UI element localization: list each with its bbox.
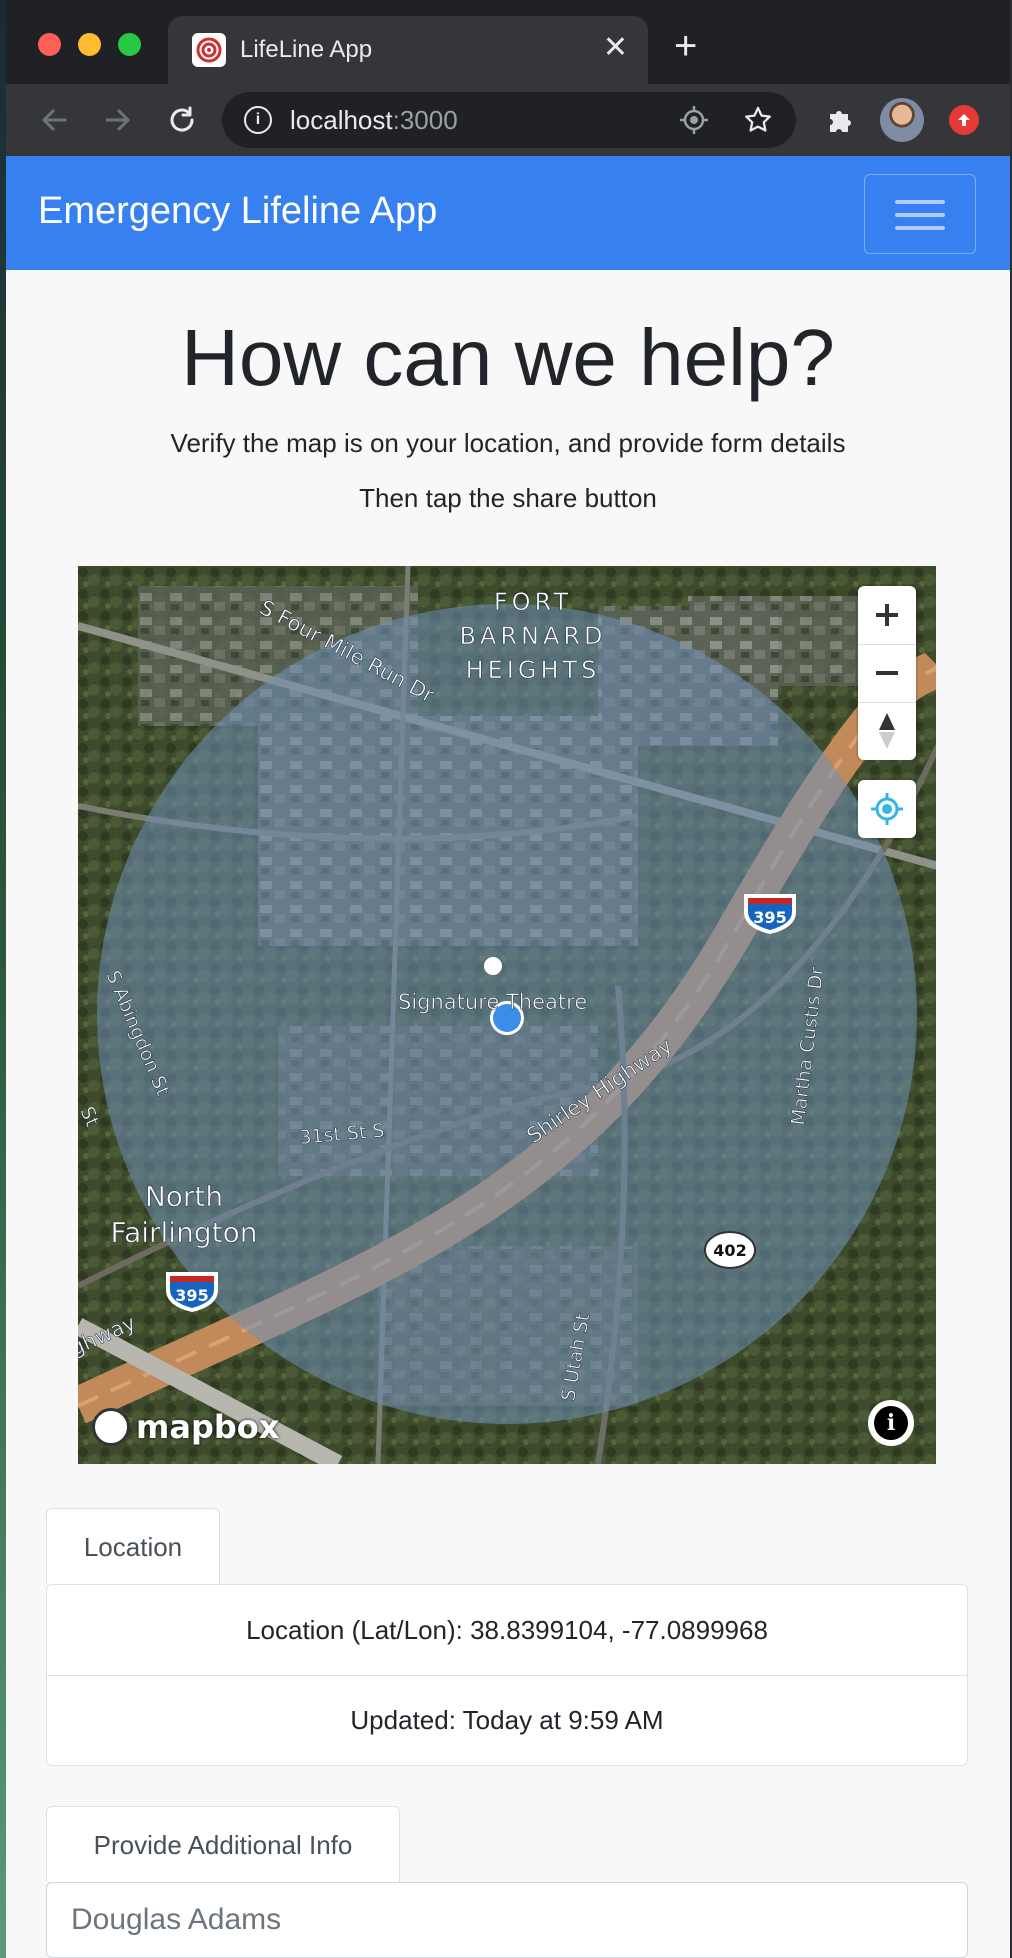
svg-text:402: 402 xyxy=(713,1241,746,1260)
attribution-info-icon[interactable]: i xyxy=(868,1400,914,1446)
page-viewport: Emergency Lifeline App How can we help? … xyxy=(6,156,1010,1958)
name-field[interactable]: Douglas Adams xyxy=(46,1882,968,1958)
location-card: Location (Lat/Lon): 38.8399104, -77.0899… xyxy=(46,1584,968,1766)
close-tab-icon[interactable]: ✕ xyxy=(603,32,628,64)
new-tab-button[interactable]: + xyxy=(674,26,697,66)
profile-avatar[interactable] xyxy=(880,98,924,142)
geolocate-icon[interactable] xyxy=(858,780,916,838)
zoom-in-icon[interactable] xyxy=(858,586,916,644)
svg-text:395: 395 xyxy=(753,908,786,927)
map-label-area: HEIGHTS xyxy=(466,656,601,684)
maximize-window-button[interactable] xyxy=(118,33,141,56)
svg-text:395: 395 xyxy=(175,1286,208,1305)
app-navbar: Emergency Lifeline App xyxy=(6,156,1010,270)
instruction-line-2: Then tap the share button xyxy=(359,483,657,513)
update-icon[interactable] xyxy=(942,98,986,142)
location-map[interactable]: FORT BARNARD HEIGHTS S Four Mile Run Dr … xyxy=(78,566,936,1464)
location-updated-time: Updated: Today at 9:59 AM xyxy=(47,1675,967,1765)
instruction-line-1: Verify the map is on your location, and … xyxy=(170,428,846,458)
compass-icon[interactable] xyxy=(858,702,916,760)
page-headline: How can we help? xyxy=(181,313,835,402)
close-window-button[interactable] xyxy=(38,33,61,56)
map-label-area: FORT xyxy=(494,588,572,616)
navbar-brand[interactable]: Emergency Lifeline App xyxy=(38,190,437,233)
site-info-icon[interactable]: i xyxy=(244,106,272,134)
mapbox-logo[interactable]: mapbox xyxy=(92,1408,279,1446)
bookmark-star-icon[interactable] xyxy=(742,104,774,136)
location-coordinates: Location (Lat/Lon): 38.8399104, -77.0899… xyxy=(246,1614,768,1645)
navbar-menu-toggle[interactable] xyxy=(864,174,976,254)
back-arrow-icon[interactable] xyxy=(34,100,74,140)
extensions-puzzle-icon[interactable] xyxy=(818,98,862,142)
browser-toolbar: i localhost:3000 xyxy=(6,84,1010,156)
browser-tab-strip: LifeLine App ✕ + xyxy=(6,0,1010,84)
location-target-icon[interactable] xyxy=(678,104,710,136)
map-label-poi: Signature Theatre xyxy=(398,990,587,1014)
tab-title: LifeLine App xyxy=(240,36,373,63)
address-bar[interactable]: i localhost:3000 xyxy=(222,92,796,148)
tab-location[interactable]: Location xyxy=(46,1508,220,1584)
satellite-map-imagery: FORT BARNARD HEIGHTS S Four Mile Run Dr … xyxy=(78,566,936,1464)
forward-arrow-icon[interactable] xyxy=(98,100,138,140)
map-label-area: BARNARD xyxy=(459,622,606,650)
map-label-area: North xyxy=(145,1180,223,1213)
tab-additional-info[interactable]: Provide Additional Info xyxy=(46,1806,400,1882)
mapbox-mark-icon xyxy=(92,1408,130,1446)
lifeline-favicon-icon xyxy=(192,33,226,67)
reload-icon[interactable] xyxy=(162,100,202,140)
zoom-out-icon[interactable] xyxy=(858,644,916,702)
state-route-shield-icon: 402 xyxy=(704,1231,756,1269)
map-zoom-controls xyxy=(858,586,916,760)
url-text: localhost:3000 xyxy=(290,105,458,135)
browser-tab[interactable]: LifeLine App ✕ xyxy=(168,16,648,84)
minimize-window-button[interactable] xyxy=(78,33,101,56)
map-label-area: Fairlington xyxy=(111,1216,258,1249)
